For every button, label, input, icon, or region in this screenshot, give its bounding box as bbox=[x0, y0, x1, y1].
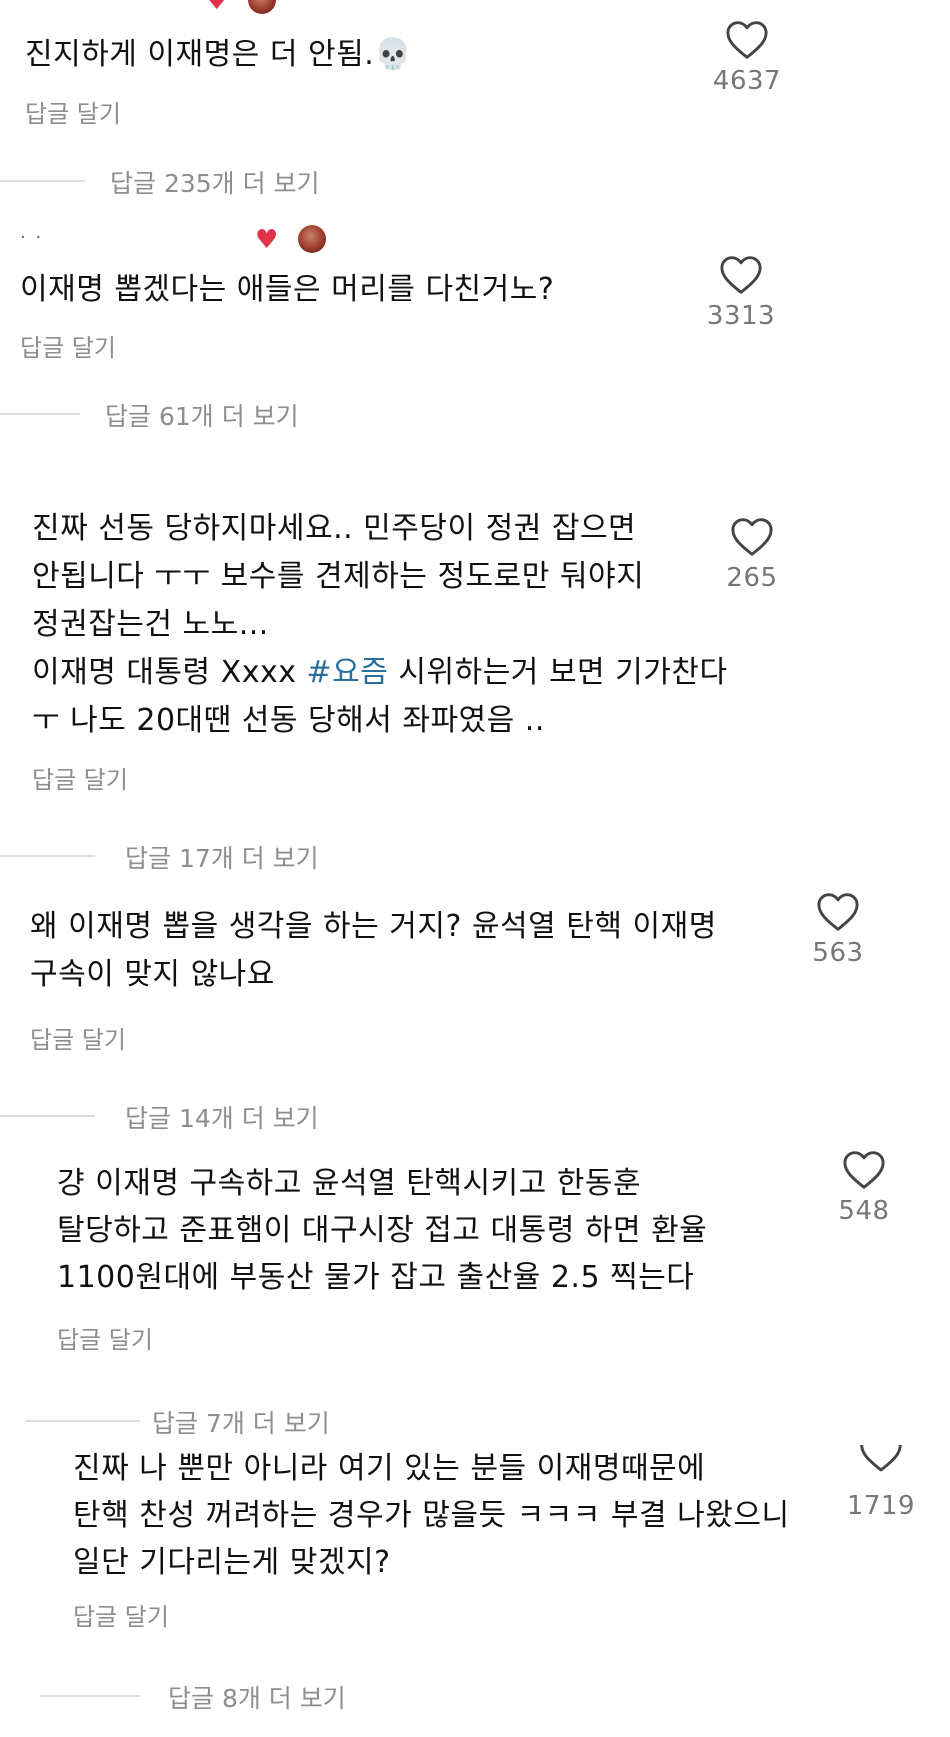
comment-1: ··· · ♥ 진지하게 이재명은 더 안됨.💀 답글 달기 4637 답글 2… bbox=[0, 0, 950, 200]
view-more-replies[interactable]: 답글 61개 더 보기 bbox=[0, 393, 400, 433]
view-more-replies[interactable]: 답글 14개 더 보기 bbox=[0, 1095, 400, 1135]
author-avatar bbox=[298, 225, 326, 253]
divider-line bbox=[40, 1695, 140, 1697]
like-box: 4637 bbox=[702, 20, 792, 96]
divider-line bbox=[0, 180, 85, 182]
comment-4: 왜 이재명 뽑을 생각을 하는 거지? 윤석열 탄핵 이재명 구속이 맞지 않나… bbox=[0, 892, 950, 1133]
like-count: 4637 bbox=[712, 66, 782, 96]
like-count: 1719 bbox=[846, 1491, 916, 1521]
heart-outline-icon[interactable] bbox=[719, 255, 763, 295]
comment-6: 진짜 나 뿐만 아니라 여기 있는 분들 이재명때문에 탄핵 찬성 꺼려하는 경… bbox=[0, 1445, 950, 1735]
like-box: 563 bbox=[793, 892, 883, 968]
like-box: 265 bbox=[707, 517, 797, 593]
comment-2: · · ♥ 이재명 뽑겠다는 애들은 머리를 다친거노? 답글 달기 3313 … bbox=[0, 225, 950, 445]
view-more-replies-label: 답글 235개 더 보기 bbox=[110, 169, 320, 198]
author-name-fragment: ··· · bbox=[25, 0, 64, 9]
divider-line bbox=[0, 413, 80, 415]
view-more-replies[interactable]: 답글 235개 더 보기 bbox=[0, 160, 400, 200]
heart-outline-icon[interactable] bbox=[730, 517, 774, 557]
comment-text: 진짜 선동 당하지마세요.. 민주당이 정권 잡으면 안됩니다 ㅜㅜ 보수를 견… bbox=[32, 505, 728, 745]
like-count: 563 bbox=[812, 938, 864, 968]
reply-button[interactable]: 답글 달기 bbox=[32, 760, 128, 795]
like-count: 548 bbox=[838, 1196, 890, 1226]
reply-button[interactable]: 답글 달기 bbox=[20, 328, 116, 363]
divider-line bbox=[25, 1420, 140, 1422]
comment-text: 진지하게 이재명은 더 안됨.💀 bbox=[25, 37, 413, 72]
reply-button[interactable]: 답글 달기 bbox=[30, 1020, 126, 1055]
author-liked-heart-icon: ♥ bbox=[255, 225, 279, 255]
comment-text: 왜 이재명 뽑을 생각을 하는 거지? 윤석열 탄핵 이재명 구속이 맞지 않나… bbox=[30, 909, 717, 992]
heart-outline-icon[interactable] bbox=[859, 1445, 903, 1473]
reply-button[interactable]: 답글 달기 bbox=[73, 1597, 169, 1632]
comment-3: 진짜 선동 당하지마세요.. 민주당이 정권 잡으면 안됩니다 ㅜㅜ 보수를 견… bbox=[0, 505, 950, 885]
hashtag-link[interactable]: #요즘 bbox=[307, 655, 389, 690]
like-count: 265 bbox=[726, 563, 778, 593]
view-more-replies-label: 답글 14개 더 보기 bbox=[125, 1104, 319, 1133]
author-liked-heart-icon: ♥ bbox=[205, 0, 229, 16]
like-box: 3313 bbox=[696, 255, 786, 331]
divider-line bbox=[0, 855, 95, 857]
comment-text: 이재명 뽑겠다는 애들은 머리를 다친거노? bbox=[20, 272, 555, 307]
heart-outline-icon[interactable] bbox=[816, 892, 860, 932]
author-name-fragment: · · bbox=[20, 227, 44, 248]
comment-5: 걍 이재명 구속하고 윤석열 탄핵시키고 한동훈 탈당하고 준표햄이 대구시장 … bbox=[0, 1151, 950, 1440]
heart-outline-icon[interactable] bbox=[842, 1150, 886, 1190]
reply-button[interactable]: 답글 달기 bbox=[25, 94, 121, 129]
like-box: 1719 bbox=[836, 1445, 926, 1521]
comment-text: 걍 이재명 구속하고 윤석열 탄핵시키고 한동훈 탈당하고 준표햄이 대구시장 … bbox=[57, 1166, 708, 1295]
author-avatar bbox=[248, 0, 276, 14]
view-more-replies-label: 답글 8개 더 보기 bbox=[168, 1684, 346, 1713]
divider-line bbox=[0, 1115, 95, 1117]
view-more-replies[interactable]: 답글 8개 더 보기 bbox=[0, 1675, 420, 1715]
view-more-replies-label: 답글 7개 더 보기 bbox=[152, 1409, 330, 1438]
like-box: 548 bbox=[819, 1150, 909, 1226]
heart-outline-icon[interactable] bbox=[725, 20, 769, 60]
reply-button[interactable]: 답글 달기 bbox=[57, 1320, 153, 1355]
view-more-replies-label: 답글 17개 더 보기 bbox=[125, 844, 319, 873]
like-count: 3313 bbox=[706, 301, 776, 331]
view-more-replies[interactable]: 답글 17개 더 보기 bbox=[0, 835, 400, 875]
view-more-replies[interactable]: 답글 7개 더 보기 bbox=[0, 1400, 420, 1440]
comment-text: 진짜 나 뿐만 아니라 여기 있는 분들 이재명때문에 탄핵 찬성 꺼려하는 경… bbox=[73, 1451, 790, 1580]
view-more-replies-label: 답글 61개 더 보기 bbox=[105, 402, 299, 431]
